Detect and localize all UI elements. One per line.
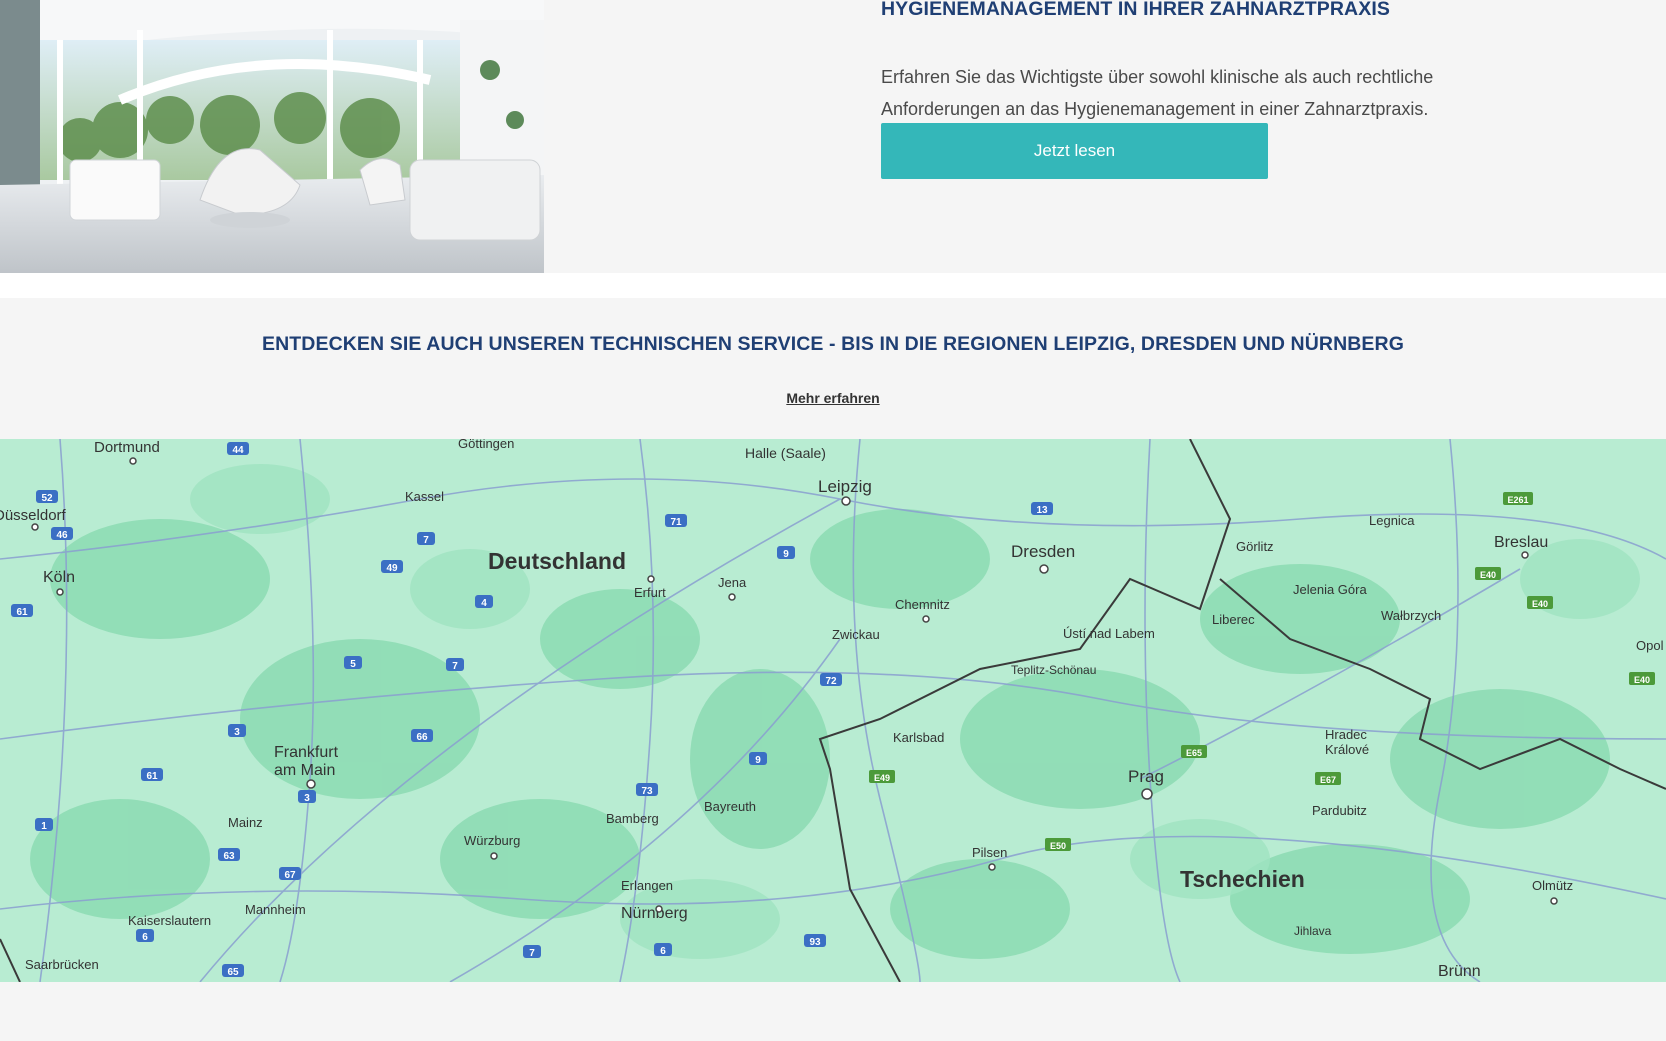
- hero-title: HYGIENEMANAGEMENT IN IHRER ZAHNARZTPRAXI…: [881, 0, 1390, 20]
- city-label: Opol: [1636, 638, 1664, 653]
- city-label: Bayreuth: [704, 799, 756, 814]
- city-label: Düsseldorf: [0, 507, 67, 524]
- highway-shield: 49: [386, 563, 398, 574]
- highway-shield: 4: [481, 598, 487, 609]
- highway-shield: 44: [232, 445, 244, 456]
- city-label: Dresden: [1011, 542, 1075, 561]
- highway-shield: 46: [56, 530, 68, 541]
- city-label: Kaiserslautern: [128, 913, 211, 928]
- highway-shield: 61: [146, 771, 158, 782]
- city-label: Olmütz: [1532, 878, 1573, 893]
- city-label: Mannheim: [245, 902, 306, 917]
- highway-shield: E40: [1480, 570, 1496, 580]
- highway-shield: 3: [304, 793, 310, 804]
- city-label: Halle (Saale): [745, 445, 826, 461]
- highway-shield: 6: [142, 932, 148, 943]
- city-label: Zwickau: [832, 627, 880, 642]
- highway-shield: 67: [284, 870, 296, 881]
- highway-shield: 7: [452, 661, 458, 672]
- city-label: Leipzig: [818, 477, 872, 496]
- highway-shield: 72: [825, 676, 837, 687]
- section-divider: [0, 273, 1666, 298]
- city-label: Liberec: [1212, 612, 1255, 627]
- highway-shield: 66: [416, 732, 428, 743]
- country-label-de: Deutschland: [488, 548, 626, 574]
- city-label: Prag: [1128, 767, 1164, 786]
- highway-shield: 93: [809, 937, 821, 948]
- highway-shield: 52: [41, 493, 53, 504]
- highway-shield: 9: [783, 549, 789, 560]
- highway-shield: 6: [660, 946, 666, 957]
- highway-shield: 61: [16, 607, 28, 618]
- hero-section: HYGIENEMANAGEMENT IN IHRER ZAHNARZTPRAXI…: [0, 0, 1666, 273]
- city-label: Frankfurt: [274, 744, 339, 761]
- city-label: Pilsen: [972, 845, 1007, 860]
- city-label: Karlsbad: [893, 730, 944, 745]
- highway-shield: 65: [227, 967, 239, 978]
- service-region-map[interactable]: Deutschland Tschechien Dortmund Göttinge…: [0, 439, 1666, 982]
- highway-shield: E65: [1186, 748, 1202, 758]
- city-label: Ústí nad Labem: [1063, 626, 1155, 641]
- service-section: ENTDECKEN SIE AUCH UNSEREN TECHNISCHEN S…: [0, 298, 1666, 439]
- highway-shield: E49: [874, 773, 890, 783]
- city-label: Wałbrzych: [1381, 608, 1441, 623]
- highway-shield: E50: [1050, 841, 1066, 851]
- city-label: Köln: [43, 569, 75, 586]
- city-label: Hradec: [1325, 727, 1367, 742]
- city-label: Erfurt: [634, 585, 666, 600]
- country-label-cz: Tschechien: [1180, 866, 1305, 892]
- city-label: Teplitz-Schönau: [1011, 663, 1096, 677]
- hero-description: Erfahren Sie das Wichtigste über sowohl …: [881, 67, 1434, 119]
- city-label: Würzburg: [464, 833, 520, 848]
- learn-more-link[interactable]: Mehr erfahren: [0, 390, 1666, 406]
- city-label: Göttingen: [458, 439, 514, 451]
- city-label: am Main: [274, 762, 335, 779]
- highway-shield: 7: [529, 948, 535, 959]
- city-label: Jelenia Góra: [1293, 582, 1367, 597]
- city-label: Nürnberg: [621, 905, 688, 922]
- city-label: Kassel: [405, 489, 444, 504]
- highway-shield: 3: [234, 727, 240, 738]
- city-label: Bamberg: [606, 811, 659, 826]
- highway-shield: E67: [1320, 775, 1336, 785]
- highway-shield: 71: [670, 517, 682, 528]
- service-title: ENTDECKEN SIE AUCH UNSEREN TECHNISCHEN S…: [261, 333, 1404, 355]
- city-label: Brünn: [1438, 963, 1481, 980]
- city-label: Mainz: [228, 815, 263, 830]
- highway-shield: 1: [41, 821, 47, 832]
- city-label: Saarbrücken: [25, 957, 99, 972]
- city-label: Chemnitz: [895, 597, 950, 612]
- highway-shield: 7: [423, 535, 429, 546]
- highway-shield: 9: [755, 755, 761, 766]
- footer-spacer: [0, 982, 1666, 1041]
- highway-shield: 73: [641, 786, 653, 797]
- highway-shield: 63: [223, 851, 235, 862]
- city-label: Jihlava: [1294, 924, 1332, 938]
- city-label: Görlitz: [1236, 539, 1274, 554]
- city-label: Breslau: [1494, 534, 1548, 551]
- city-label: Legnica: [1369, 513, 1415, 528]
- city-label: Jena: [718, 575, 747, 590]
- city-label: Erlangen: [621, 878, 673, 893]
- highway-shield: 5: [350, 659, 356, 670]
- city-label: Dortmund: [94, 439, 160, 456]
- highway-shield: E40: [1634, 675, 1650, 685]
- city-label: Pardubitz: [1312, 803, 1367, 818]
- dental-practice-image: [0, 0, 544, 273]
- highway-shield: E261: [1507, 495, 1528, 505]
- highway-shield: 13: [1036, 505, 1048, 516]
- read-now-button[interactable]: Jetzt lesen: [881, 123, 1268, 179]
- city-label: Králové: [1325, 742, 1369, 757]
- highway-shield: E40: [1532, 599, 1548, 609]
